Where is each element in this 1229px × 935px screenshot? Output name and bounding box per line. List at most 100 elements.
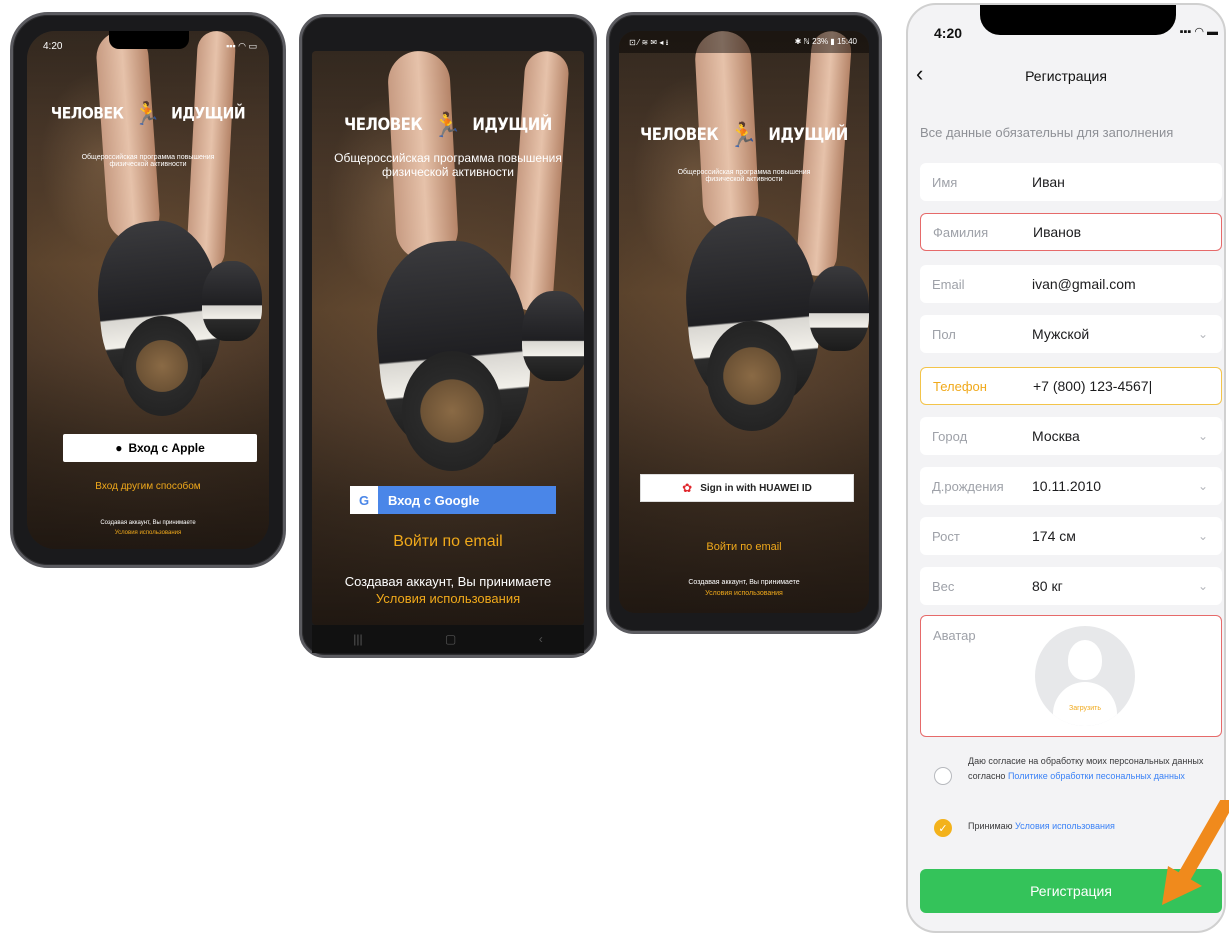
chevron-down-icon[interactable]: ⌄ [1198, 529, 1208, 543]
photo-shoe [809, 266, 869, 351]
form-field[interactable]: Пол Мужской ⌄ [920, 315, 1222, 353]
phone2-screen: ЧЕЛОВЕК 🏃 ИДУЩИЙ Общероссийская программ… [312, 51, 584, 625]
logo-word-left: ЧЕЛОВЕК [50, 104, 124, 123]
accept-text-block: Принимаю Условия использования [968, 821, 1115, 831]
field-value: 174 см [1032, 528, 1076, 544]
phone-android: ЧЕЛОВЕК 🏃 ИДУЩИЙ Общероссийская программ… [299, 14, 597, 658]
recents-icon[interactable]: ||| [353, 632, 362, 646]
app-logo: ЧЕЛОВЕК 🏃 ИДУЩИЙ [27, 101, 269, 127]
logo-word-right: ИДУЩИЙ [472, 114, 552, 135]
form-field[interactable]: Телефон +7 (800) 123-4567| [920, 367, 1222, 405]
status-left-icons: ⊡ ⁄ ≋ ✉ ◂ ⭳ [629, 38, 669, 47]
huawei-login-label: Sign in with HUAWEI ID [700, 482, 812, 494]
field-label: Вес [932, 578, 955, 594]
field-value: Иван [1032, 174, 1065, 190]
terms-link[interactable]: Условия использования [619, 590, 869, 597]
register-button-label: Регистрация [1030, 883, 1112, 899]
other-login-link[interactable]: Вход другим способом [27, 481, 269, 492]
avatar-placeholder[interactable]: Загрузить [1035, 626, 1135, 726]
runner-icon: 🏃 [728, 122, 759, 149]
chevron-down-icon[interactable]: ⌄ [1198, 579, 1208, 593]
huawei-login-button[interactable]: ✿ Sign in with HUAWEI ID [640, 474, 854, 502]
arrow-annotation-icon [1162, 800, 1229, 905]
status-time: 4:20 [43, 41, 63, 52]
email-login-link[interactable]: Войти по email [312, 533, 584, 551]
terms-link[interactable]: Условия использования [312, 591, 584, 606]
field-label: Телефон [933, 378, 987, 394]
field-value: 80 кг [1032, 578, 1063, 594]
tagline: Общероссийская программа повышения физич… [677, 169, 811, 183]
phone-iphone: 4:20 ▪▪▪ ◠ ▭ ЧЕЛОВЕК 🏃 ИДУЩИЙ Общероссий… [10, 12, 286, 568]
accept-text: Принимаю [968, 821, 1013, 831]
terms-text: Создавая аккаунт, Вы принимаете [688, 579, 800, 586]
notch [980, 5, 1176, 35]
tagline: Общероссийская программа повышения физич… [334, 151, 562, 179]
status-time: 4:20 [934, 25, 963, 41]
accept-link[interactable]: Условия использования [1015, 821, 1115, 831]
home-icon[interactable]: ▢ [445, 632, 456, 646]
notch [109, 31, 189, 49]
runner-icon: 🏃 [133, 101, 162, 126]
terms-link[interactable]: Условия использования [27, 530, 269, 536]
avatar-label: Аватар [933, 628, 976, 643]
accept-terms-checkbox[interactable]: ✓ [934, 819, 952, 837]
chevron-down-icon[interactable]: ⌄ [1198, 327, 1208, 341]
huawei-icon: ✿ [682, 481, 693, 495]
phone-huawei: ⊡ ⁄ ≋ ✉ ◂ ⭳ ✱ ℕ 23% ▮ 15:40 ЧЕЛОВЕК 🏃 ИД… [606, 12, 882, 634]
google-icon: G [350, 486, 378, 514]
photo-sole [402, 351, 502, 471]
photo-sole [707, 321, 797, 431]
form-field[interactable]: Город Москва ⌄ [920, 417, 1222, 455]
google-login-label: Вход с Google [388, 492, 480, 508]
chevron-down-icon[interactable]: ⌄ [1198, 429, 1208, 443]
form-field[interactable]: Фамилия Иванов [920, 213, 1222, 251]
form-field[interactable]: Email ivan@gmail.com [920, 265, 1222, 303]
field-value: ivan@gmail.com [1032, 276, 1136, 292]
apple-login-label: Вход с Apple [128, 441, 205, 455]
status-icons: ▪▪▪ ◠ ▭ [226, 41, 257, 51]
upload-label: Загрузить [1069, 705, 1101, 712]
field-label: Email [932, 276, 965, 292]
terms-text: Создавая аккаунт, Вы принимаете [344, 574, 552, 589]
phone1-screen: 4:20 ▪▪▪ ◠ ▭ ЧЕЛОВЕК 🏃 ИДУЩИЙ Общероссий… [27, 31, 269, 549]
back-icon[interactable]: ‹ [539, 632, 543, 646]
photo-sole [122, 316, 202, 416]
person-silhouette-body [1053, 682, 1117, 726]
field-value: Москва [1032, 428, 1080, 444]
logo-word-right: ИДУЩИЙ [768, 124, 848, 145]
photo-shoe [522, 291, 584, 381]
form-field[interactable]: Вес 80 кг ⌄ [920, 567, 1222, 605]
apple-icon: ● [115, 441, 123, 455]
field-value: Мужской [1032, 326, 1090, 342]
runner-icon: 🏃 [432, 112, 463, 139]
status-right-icons: ✱ ℕ 23% ▮ 15:40 [794, 37, 857, 46]
field-label: Фамилия [933, 224, 989, 240]
consent-link[interactable]: Политике обработки песональных данных [1008, 771, 1185, 781]
form-field[interactable]: Рост 174 см ⌄ [920, 517, 1222, 555]
field-label: Пол [932, 326, 956, 342]
android-nav-bar: ||| ▢ ‹ [312, 625, 584, 653]
terms-text: Создавая аккаунт, Вы принимаете [100, 520, 196, 526]
form-field[interactable]: Имя Иван [920, 163, 1222, 201]
avatar-field[interactable]: Аватар Загрузить [920, 615, 1222, 737]
registration-screen: 4:20 ▪▪▪ ◠ ▬ ‹ Регистрация Все данные об… [906, 3, 1226, 933]
tagline: Общероссийская программа повышения физич… [81, 154, 215, 168]
logo-word-left: ЧЕЛОВЕК [344, 114, 423, 135]
phone3-screen: ⊡ ⁄ ≋ ✉ ◂ ⭳ ✱ ℕ 23% ▮ 15:40 ЧЕЛОВЕК 🏃 ИД… [619, 31, 869, 613]
consent-radio[interactable] [934, 767, 952, 785]
field-label: Д.рождения [932, 478, 1004, 494]
field-value: Иванов [1033, 224, 1082, 240]
status-icons: ▪▪▪ ◠ ▬ [1179, 26, 1218, 38]
apple-login-button[interactable]: ● Вход с Apple [63, 434, 257, 462]
google-login-button[interactable]: G Вход с Google [350, 486, 556, 514]
photo-shoe [202, 261, 262, 341]
required-note: Все данные обязательны для заполнения [920, 125, 1174, 140]
logo-word-left: ЧЕЛОВЕК [640, 124, 719, 145]
email-login-link[interactable]: Войти по email [619, 541, 869, 553]
field-label: Имя [932, 174, 958, 190]
app-logo: ЧЕЛОВЕК 🏃 ИДУЩИЙ [619, 121, 869, 150]
chevron-down-icon[interactable]: ⌄ [1198, 479, 1208, 493]
form-field[interactable]: Д.рождения 10.11.2010 ⌄ [920, 467, 1222, 505]
person-silhouette-icon [1068, 640, 1102, 680]
field-label: Рост [932, 528, 960, 544]
